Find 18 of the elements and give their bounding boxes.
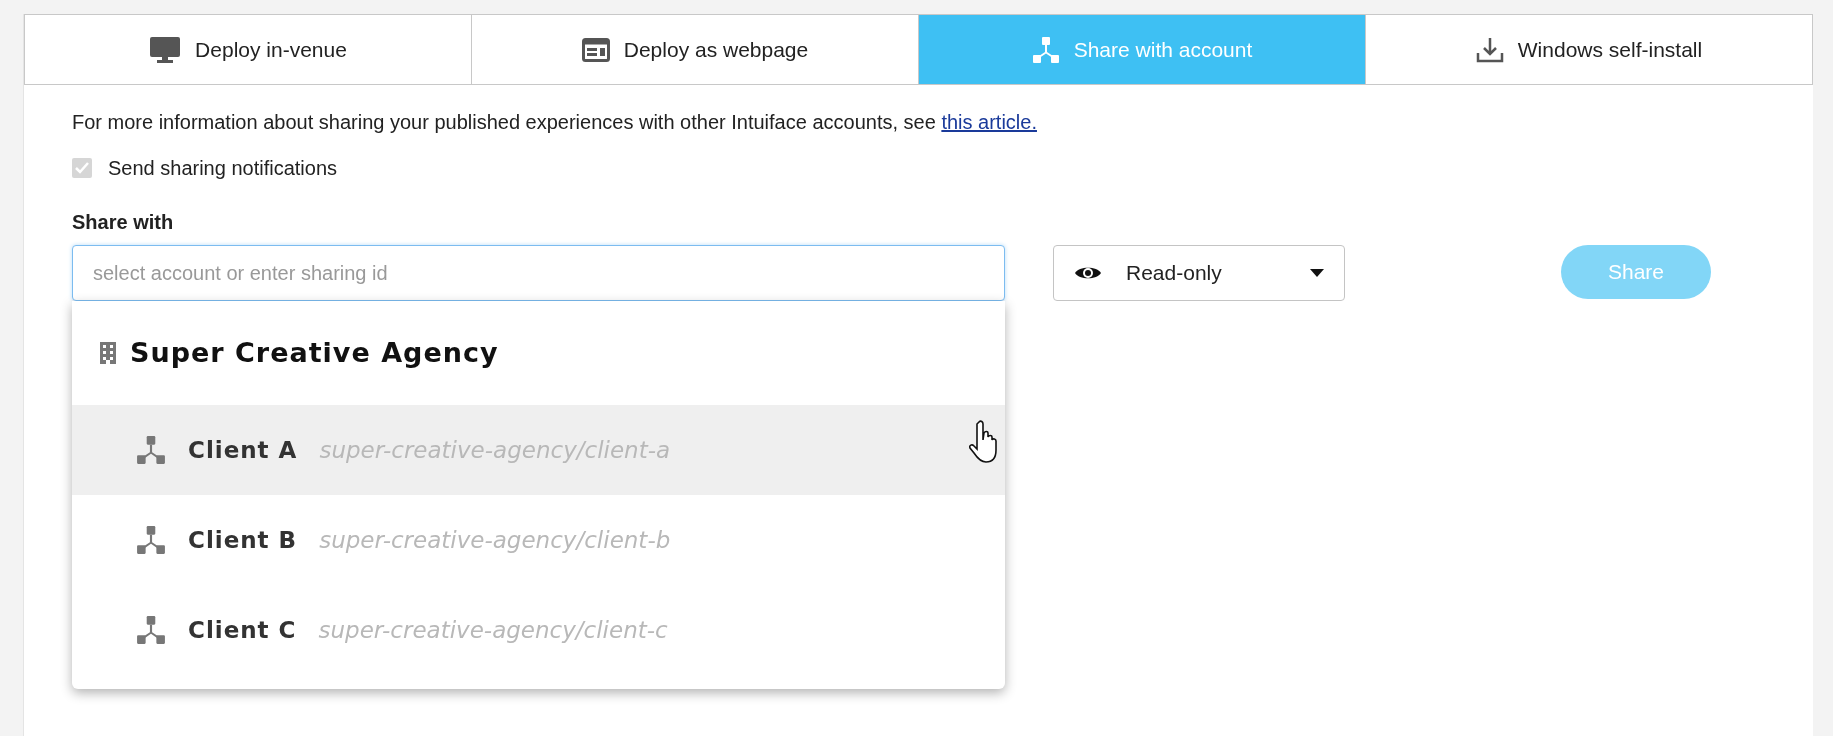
checkbox-label: Send sharing notifications [108,156,338,181]
account-input-field[interactable]: select account or enter sharing id [72,245,1005,301]
article-link[interactable]: this article. [941,111,1037,133]
info-text: For more information about sharing your published experiences with other Intuiface accounts, see this article. [72,110,1038,135]
building-icon [100,342,116,364]
account-option[interactable]: Client B super-creative-agency/client-b [72,495,1005,585]
group-title: Super Creative Agency [130,335,499,370]
download-icon [1475,35,1504,64]
network-icon [136,525,166,555]
permission-dropdown[interactable]: Read-only [1053,245,1345,301]
network-icon [136,435,166,465]
account-option[interactable]: Client C super-creative-agency/client-c [72,585,1005,675]
share-icon [1031,35,1060,64]
monitor-icon [149,35,182,64]
webpage-icon [581,37,610,62]
network-icon [136,615,166,645]
field-label: Share with [72,210,175,235]
caret-icon [1310,269,1324,277]
